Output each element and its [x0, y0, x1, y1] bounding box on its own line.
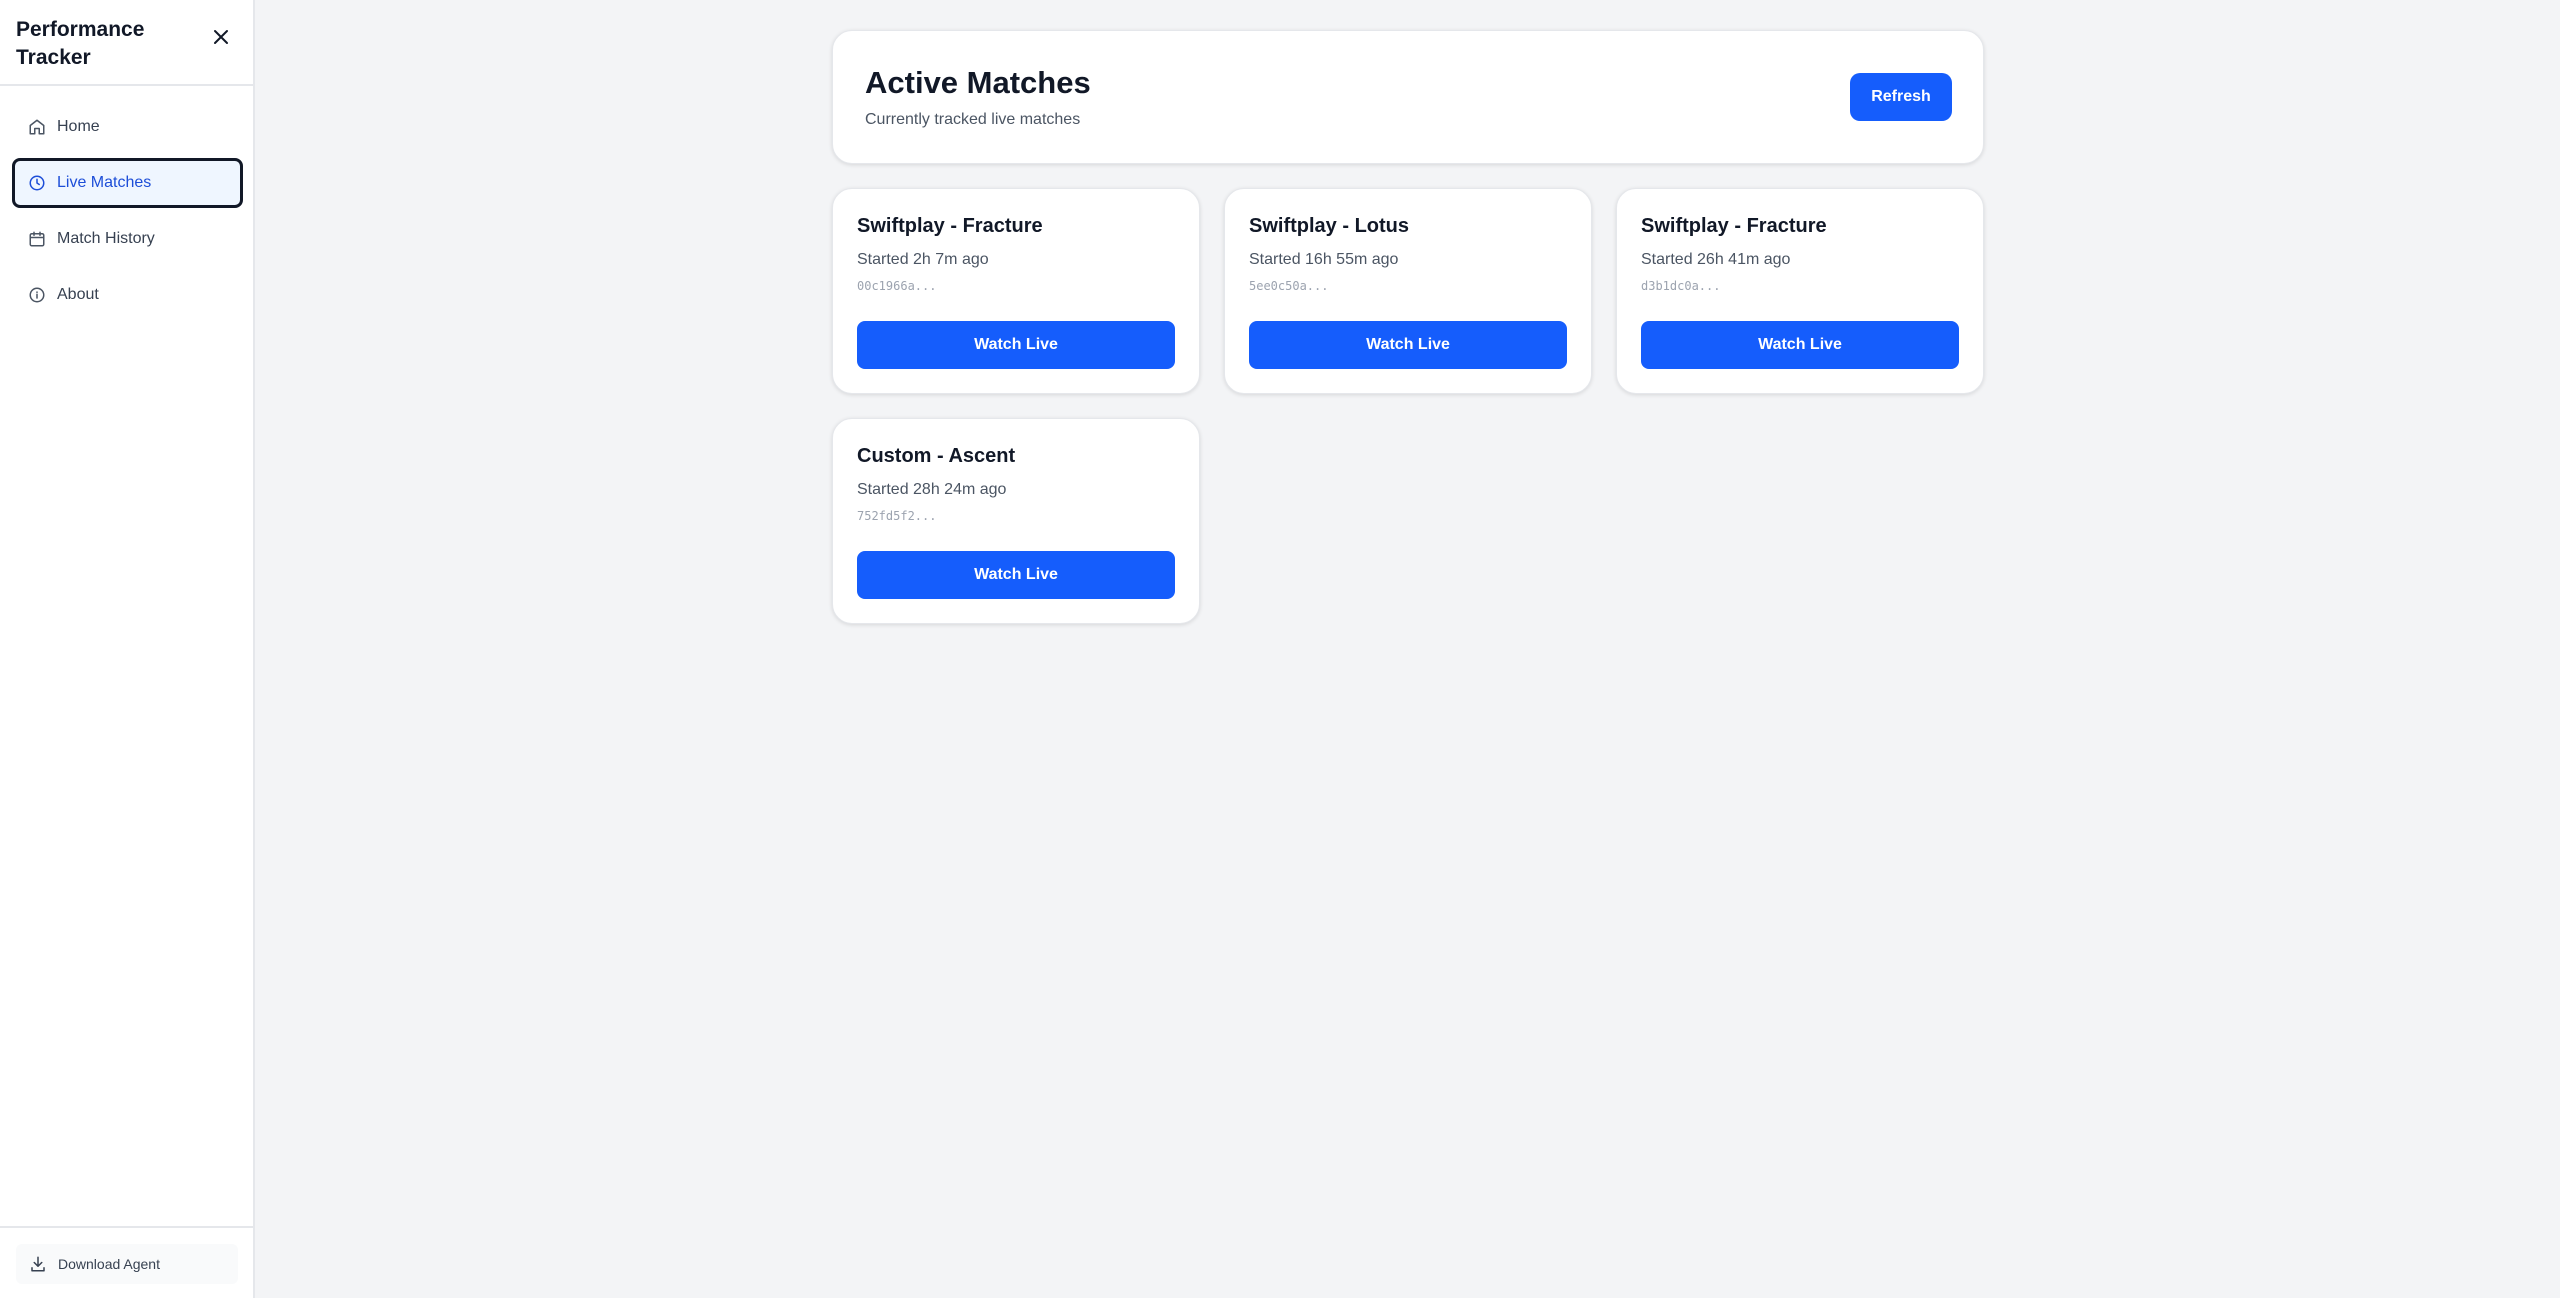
sidebar-item-match-history[interactable]: Match History: [12, 214, 243, 264]
match-title: Swiftplay - Fracture: [857, 215, 1043, 237]
sidebar-item-label: About: [57, 286, 99, 303]
match-id: d3b1dc0a...: [1641, 279, 1721, 293]
app-title: Performance Tracker: [16, 18, 145, 69]
watch-live-button[interactable]: Watch Live: [1249, 321, 1567, 369]
page-title: Active Matches: [865, 65, 1091, 100]
match-title: Swiftplay - Fracture: [1641, 215, 1827, 237]
match-started-time: Started 2h 7m ago: [857, 251, 989, 268]
match-title: Swiftplay - Lotus: [1249, 215, 1409, 237]
watch-live-button[interactable]: Watch Live: [1641, 321, 1959, 369]
match-title: Custom - Ascent: [857, 445, 1016, 467]
close-icon: [212, 28, 230, 51]
active-matches-header: Active Matches Currently tracked live ma…: [832, 30, 1984, 164]
sidebar-item-home[interactable]: Home: [12, 102, 243, 152]
home-icon: [27, 117, 47, 137]
watch-live-button[interactable]: Watch Live: [857, 551, 1175, 599]
match-started-time: Started 26h 41m ago: [1641, 251, 1791, 268]
match-started-time: Started 16h 55m ago: [1249, 251, 1399, 268]
sidebar-nav: Home Live Matches Match History About: [12, 102, 243, 326]
watch-live-button[interactable]: Watch Live: [857, 321, 1175, 369]
close-sidebar-button[interactable]: [208, 26, 234, 52]
match-card: Swiftplay - Fracture Started 26h 41m ago…: [1616, 188, 1984, 394]
calendar-icon: [27, 229, 47, 249]
match-card: Swiftplay - Lotus Started 16h 55m ago 5e…: [1224, 188, 1592, 394]
sidebar-item-label: Match History: [57, 230, 155, 247]
page-subtitle: Currently tracked live matches: [865, 111, 1081, 128]
match-id: 752fd5f2...: [857, 509, 937, 523]
sidebar-item-label: Home: [57, 118, 100, 135]
sidebar-item-live-matches[interactable]: Live Matches: [12, 158, 243, 208]
sidebar-item-about[interactable]: About: [12, 270, 243, 320]
download-agent-button[interactable]: Download Agent: [16, 1244, 238, 1284]
sidebar-item-label: Live Matches: [57, 174, 152, 191]
refresh-button[interactable]: Refresh: [1850, 73, 1952, 121]
info-icon: [27, 285, 47, 305]
sidebar-footer: Download Agent: [0, 1226, 253, 1298]
match-id: 5ee0c50a...: [1249, 279, 1329, 293]
clock-icon: [27, 173, 47, 193]
download-icon: [28, 1254, 48, 1274]
match-card: Swiftplay - Fracture Started 2h 7m ago 0…: [832, 188, 1200, 394]
sidebar: Performance Tracker Home Live Matches Ma…: [0, 0, 255, 1298]
download-agent-label: Download Agent: [58, 1256, 160, 1272]
match-card: Custom - Ascent Started 28h 24m ago 752f…: [832, 418, 1200, 624]
sidebar-header: Performance Tracker: [0, 0, 253, 86]
match-id: 00c1966a...: [857, 279, 937, 293]
match-started-time: Started 28h 24m ago: [857, 481, 1007, 498]
